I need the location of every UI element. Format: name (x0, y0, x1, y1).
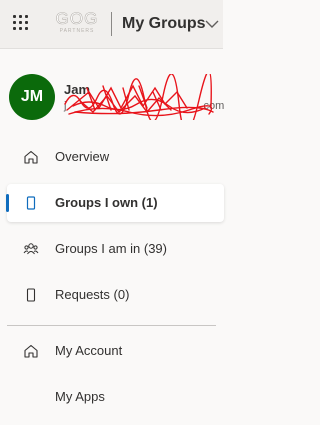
nav-label: My Account (55, 343, 123, 358)
logo-sub-text: PARTNERS (59, 28, 95, 34)
mobile-icon (26, 196, 36, 210)
home-icon (24, 150, 38, 164)
user-profile: JM Jam j .com (9, 74, 309, 120)
company-logo[interactable]: GOG PARTNERS (54, 10, 100, 36)
header-divider (111, 12, 112, 36)
nav-item-overview[interactable]: Overview (7, 138, 224, 176)
nav-item-groups-i-own[interactable]: Groups I own (1) (6, 184, 224, 222)
avatar[interactable]: JM (9, 74, 55, 120)
nav-item-groups-i-am-in[interactable]: Groups I am in (39) (7, 230, 224, 268)
nav-item-my-account[interactable]: My Account (7, 332, 224, 370)
chevron-down-icon[interactable] (205, 19, 219, 29)
nav-item-my-apps[interactable]: My Apps (7, 378, 224, 416)
top-bar: GOG PARTNERS My Groups (0, 0, 223, 49)
redaction-scribble (64, 74, 214, 120)
logo-main-text: GOG (55, 9, 99, 28)
home-icon (24, 344, 38, 358)
nav-item-requests[interactable]: Requests (0) (7, 276, 224, 314)
app-title[interactable]: My Groups (122, 15, 206, 33)
people-icon (23, 243, 39, 255)
nav-label: Groups I own (1) (55, 195, 158, 210)
nav-label: My Apps (55, 389, 105, 404)
nav-label: Overview (55, 149, 110, 164)
app-launcher-icon[interactable] (13, 15, 31, 33)
nav-divider (7, 325, 216, 326)
mobile-icon (26, 288, 36, 302)
nav-label: Requests (0) (55, 287, 130, 302)
nav-label: Groups I am in (39) (55, 241, 167, 256)
